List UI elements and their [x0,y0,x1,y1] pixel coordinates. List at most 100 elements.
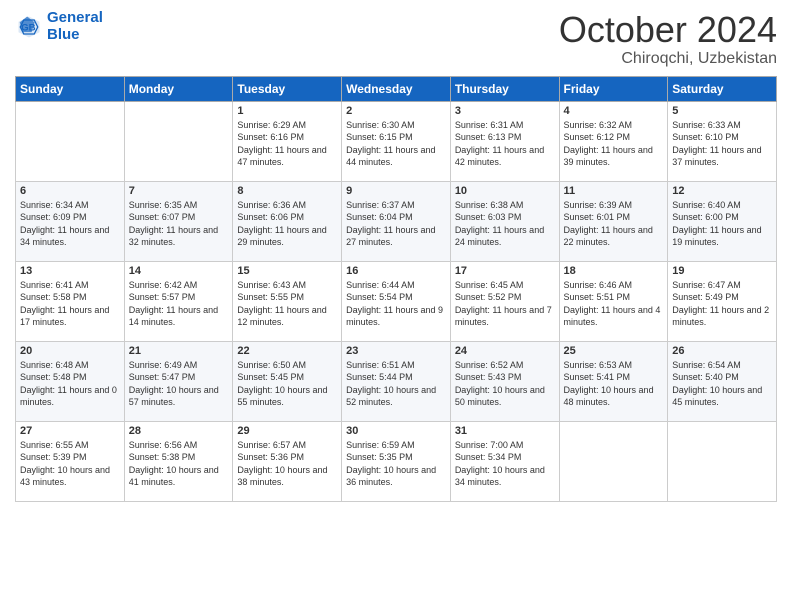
calendar-cell: 4Sunrise: 6:32 AMSunset: 6:12 PMDaylight… [559,101,668,181]
calendar-week-row: 1Sunrise: 6:29 AMSunset: 6:16 PMDaylight… [16,101,777,181]
day-number: 5 [672,105,772,117]
day-number: 14 [129,265,229,277]
calendar-cell: 1Sunrise: 6:29 AMSunset: 6:16 PMDaylight… [233,101,342,181]
calendar-cell: 28 Sunrise: 6:56 AMSunset: 5:38 PMDayligh… [124,421,233,501]
cell-content: Sunrise: 6:34 AMSunset: 6:09 PMDaylight:… [20,199,120,249]
day-number: 19 [672,265,772,277]
calendar-cell: 20 Sunrise: 6:48 AMSunset: 5:48 PMDayligh… [16,341,125,421]
calendar-cell: 11 Sunrise: 6:39 AMSunset: 6:01 PMDayligh… [559,181,668,261]
cell-content: Sunrise: 6:56 AMSunset: 5:38 PMDaylight:… [129,439,229,489]
cell-content: Sunrise: 6:31 AMSunset: 6:13 PMDaylight:… [455,119,555,169]
calendar-cell [124,101,233,181]
cell-content: Sunrise: 6:29 AMSunset: 6:16 PMDaylight:… [237,119,337,169]
logo-text: General Blue [47,10,103,43]
day-of-week-header: Monday [124,76,233,101]
cell-content: Sunrise: 6:41 AMSunset: 5:58 PMDaylight:… [20,279,120,329]
calendar-cell: 8Sunrise: 6:36 AMSunset: 6:06 PMDaylight… [233,181,342,261]
cell-content: Sunrise: 6:48 AMSunset: 5:48 PMDaylight:… [20,359,120,409]
calendar-cell [668,421,777,501]
calendar-cell: 9 Sunrise: 6:37 AMSunset: 6:04 PMDaylight… [342,181,451,261]
cell-content: Sunrise: 6:44 AMSunset: 5:54 PMDaylight:… [346,279,446,329]
calendar-cell: 7 Sunrise: 6:35 AMSunset: 6:07 PMDaylight… [124,181,233,261]
day-number: 21 [129,345,229,357]
cell-content: Sunrise: 6:52 AMSunset: 5:43 PMDaylight:… [455,359,555,409]
day-number: 18 [564,265,664,277]
day-of-week-header: Wednesday [342,76,451,101]
day-number: 30 [346,425,446,437]
day-number: 23 [346,345,446,357]
cell-content: Sunrise: 6:42 AMSunset: 5:57 PMDaylight:… [129,279,229,329]
cell-content: Sunrise: 6:59 AMSunset: 5:35 PMDaylight:… [346,439,446,489]
day-number: 13 [20,265,120,277]
cell-content: Sunrise: 6:49 AMSunset: 5:47 PMDaylight:… [129,359,229,409]
calendar-table: SundayMondayTuesdayWednesdayThursdayFrid… [15,76,777,502]
day-number: 28 [129,425,229,437]
cell-content: Sunrise: 6:47 AMSunset: 5:49 PMDaylight:… [672,279,772,329]
cell-content: Sunrise: 6:40 AMSunset: 6:00 PMDaylight:… [672,199,772,249]
calendar-cell: 15 Sunrise: 6:43 AMSunset: 5:55 PMDayligh… [233,261,342,341]
day-of-week-header: Saturday [668,76,777,101]
calendar-cell: 23 Sunrise: 6:51 AMSunset: 5:44 PMDayligh… [342,341,451,421]
day-number: 16 [346,265,446,277]
calendar-cell: 6Sunrise: 6:34 AMSunset: 6:09 PMDaylight… [16,181,125,261]
day-number: 25 [564,345,664,357]
day-number: 17 [455,265,555,277]
cell-content: Sunrise: 6:43 AMSunset: 5:55 PMDaylight:… [237,279,337,329]
calendar-cell: 27 Sunrise: 6:55 AMSunset: 5:39 PMDayligh… [16,421,125,501]
cell-content: Sunrise: 6:30 AMSunset: 6:15 PMDaylight:… [346,119,446,169]
cell-content: Sunrise: 6:45 AMSunset: 5:52 PMDaylight:… [455,279,555,329]
cell-content: Sunrise: 6:55 AMSunset: 5:39 PMDaylight:… [20,439,120,489]
cell-content: Sunrise: 6:57 AMSunset: 5:36 PMDaylight:… [237,439,337,489]
calendar-cell [559,421,668,501]
cell-content: Sunrise: 6:51 AMSunset: 5:44 PMDaylight:… [346,359,446,409]
cell-content: Sunrise: 6:32 AMSunset: 6:12 PMDaylight:… [564,119,664,169]
day-number: 24 [455,345,555,357]
logo: GB General Blue [15,10,103,43]
calendar-cell: 31Sunrise: 7:00 AMSunset: 5:34 PMDayligh… [450,421,559,501]
calendar-cell: 21 Sunrise: 6:49 AMSunset: 5:47 PMDayligh… [124,341,233,421]
day-of-week-header: Thursday [450,76,559,101]
day-number: 11 [564,185,664,197]
calendar-cell: 30 Sunrise: 6:59 AMSunset: 5:35 PMDayligh… [342,421,451,501]
calendar-body: 1Sunrise: 6:29 AMSunset: 6:16 PMDaylight… [16,101,777,501]
calendar-week-row: 6Sunrise: 6:34 AMSunset: 6:09 PMDaylight… [16,181,777,261]
day-number: 27 [20,425,120,437]
day-of-week-header: Tuesday [233,76,342,101]
title-area: October 2024 Chiroqchi, Uzbekistan [559,10,777,68]
cell-content: Sunrise: 6:35 AMSunset: 6:07 PMDaylight:… [129,199,229,249]
calendar-cell: 22Sunrise: 6:50 AMSunset: 5:45 PMDayligh… [233,341,342,421]
svg-text:GB: GB [21,22,35,33]
cell-content: Sunrise: 6:46 AMSunset: 5:51 PMDaylight:… [564,279,664,329]
calendar-cell: 12 Sunrise: 6:40 AMSunset: 6:00 PMDayligh… [668,181,777,261]
calendar-header-row: SundayMondayTuesdayWednesdayThursdayFrid… [16,76,777,101]
logo-icon: GB [15,13,43,41]
month-title: October 2024 [559,10,777,50]
calendar-cell: 17 Sunrise: 6:45 AMSunset: 5:52 PMDayligh… [450,261,559,341]
calendar-cell: 29Sunrise: 6:57 AMSunset: 5:36 PMDayligh… [233,421,342,501]
day-number: 10 [455,185,555,197]
calendar-cell [16,101,125,181]
day-number: 22 [237,345,337,357]
day-number: 12 [672,185,772,197]
calendar-cell: 2Sunrise: 6:30 AMSunset: 6:15 PMDaylight… [342,101,451,181]
page: GB General Blue October 2024 Chiroqchi, … [0,0,792,612]
location-subtitle: Chiroqchi, Uzbekistan [559,50,777,68]
header: GB General Blue October 2024 Chiroqchi, … [15,10,777,68]
calendar-cell: 16 Sunrise: 6:44 AMSunset: 5:54 PMDayligh… [342,261,451,341]
day-number: 9 [346,185,446,197]
cell-content: Sunrise: 6:39 AMSunset: 6:01 PMDaylight:… [564,199,664,249]
cell-content: Sunrise: 6:53 AMSunset: 5:41 PMDaylight:… [564,359,664,409]
calendar-cell: 10 Sunrise: 6:38 AMSunset: 6:03 PMDayligh… [450,181,559,261]
calendar-cell: 14 Sunrise: 6:42 AMSunset: 5:57 PMDayligh… [124,261,233,341]
day-number: 15 [237,265,337,277]
cell-content: Sunrise: 6:37 AMSunset: 6:04 PMDaylight:… [346,199,446,249]
cell-content: Sunrise: 6:36 AMSunset: 6:06 PMDaylight:… [237,199,337,249]
calendar-cell: 13 Sunrise: 6:41 AMSunset: 5:58 PMDayligh… [16,261,125,341]
calendar-cell: 25 Sunrise: 6:53 AMSunset: 5:41 PMDayligh… [559,341,668,421]
calendar-cell: 5Sunrise: 6:33 AMSunset: 6:10 PMDaylight… [668,101,777,181]
cell-content: Sunrise: 6:38 AMSunset: 6:03 PMDaylight:… [455,199,555,249]
calendar-week-row: 27 Sunrise: 6:55 AMSunset: 5:39 PMDayligh… [16,421,777,501]
cell-content: Sunrise: 7:00 AMSunset: 5:34 PMDaylight:… [455,439,555,489]
day-number: 7 [129,185,229,197]
day-number: 20 [20,345,120,357]
